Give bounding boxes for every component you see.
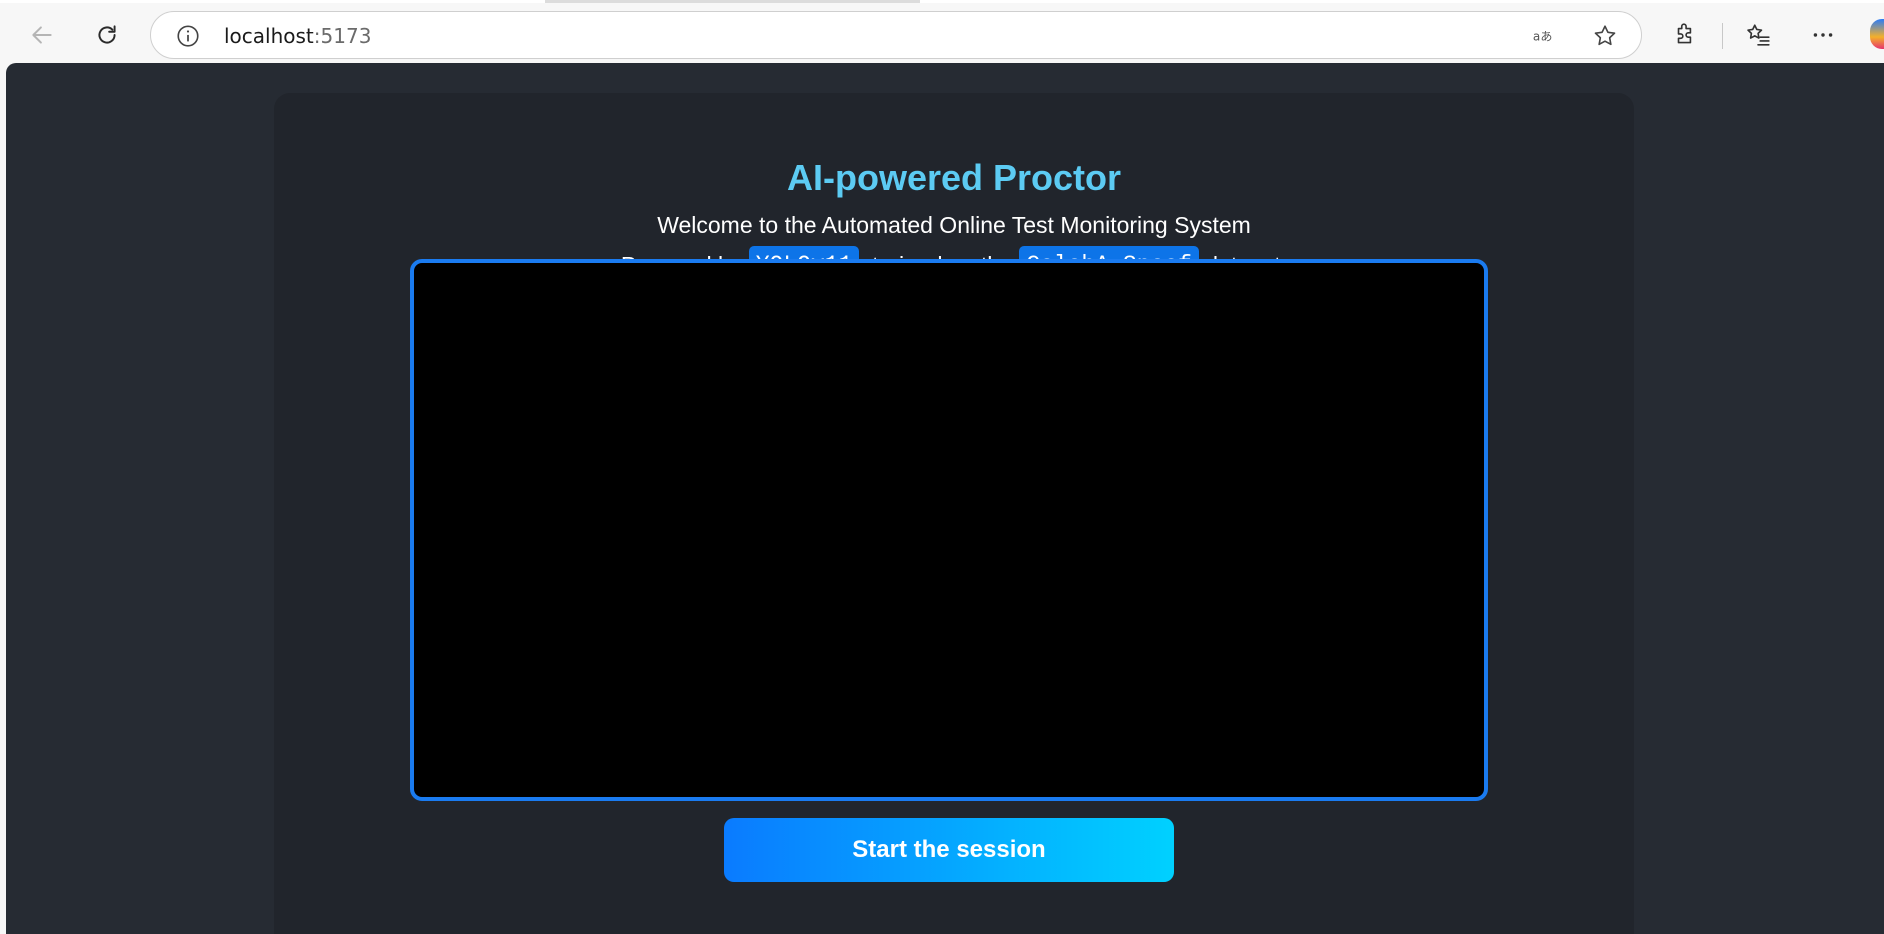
- svg-text:aあ: aあ: [1533, 30, 1552, 44]
- back-button[interactable]: [24, 17, 60, 53]
- favorites-button[interactable]: [1740, 17, 1776, 53]
- puzzle-icon: [1677, 23, 1692, 44]
- read-aloud-button[interactable]: aあ: [1531, 22, 1559, 50]
- url-text[interactable]: localhost:5173: [224, 24, 371, 48]
- more-icon: [1813, 33, 1833, 37]
- copilot-icon[interactable]: [1870, 19, 1884, 49]
- extensions-button[interactable]: [1667, 17, 1703, 53]
- info-icon[interactable]: [175, 23, 201, 49]
- more-button[interactable]: [1805, 17, 1841, 53]
- star-icon: [1594, 25, 1616, 46]
- welcome-text: Welcome to the Automated Online Test Mon…: [657, 212, 1251, 238]
- address-bar[interactable]: localhost:5173 aあ: [150, 11, 1642, 59]
- start-session-button[interactable]: Start the session: [724, 818, 1174, 882]
- back-arrow-icon: [32, 26, 52, 44]
- browser-toolbar: localhost:5173 aあ: [0, 3, 1884, 63]
- refresh-button[interactable]: [89, 17, 125, 53]
- translate-icon: aあ: [1533, 30, 1552, 44]
- page-viewport: AI-powered Proctor Welcome to the Automa…: [6, 63, 1884, 934]
- url-host: localhost: [224, 24, 314, 48]
- webcam-video-feed: [410, 259, 1488, 801]
- page-title: AI-powered Proctor: [786, 157, 1122, 198]
- favorite-button[interactable]: [1591, 22, 1619, 50]
- favorites-list-icon: [1747, 24, 1770, 46]
- main-card: AI-powered Proctor Welcome to the Automa…: [274, 93, 1634, 934]
- toolbar-divider: [1722, 23, 1723, 49]
- url-port: :5173: [313, 24, 372, 48]
- refresh-icon: [98, 25, 116, 44]
